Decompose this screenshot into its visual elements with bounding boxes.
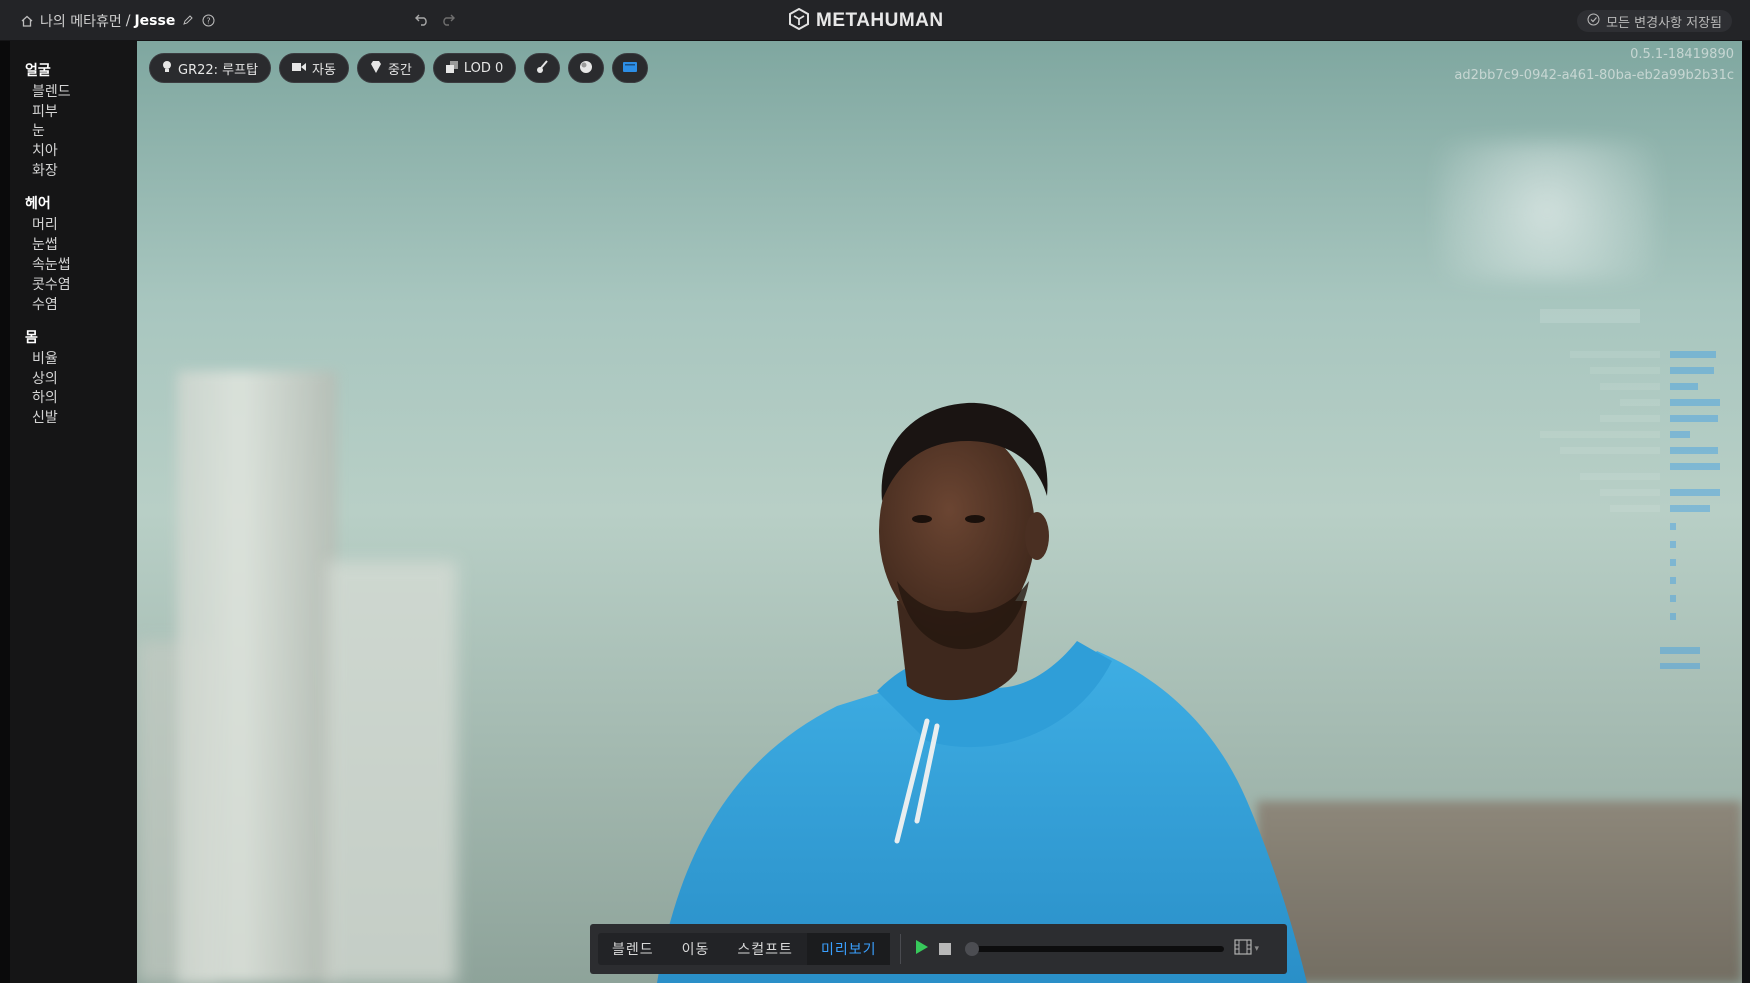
sidebar-category-face[interactable]: 얼굴 (25, 60, 51, 80)
help-icon[interactable]: ? (201, 14, 215, 28)
app-name: METAHUMAN (816, 10, 944, 31)
window-left-edge (0, 41, 10, 983)
sidebar: 얼굴 블렌드 피부 눈 치아 화장 헤어 머리 눈썹 속눈썹 콧수염 수염 몸 … (10, 41, 137, 983)
divider (900, 934, 902, 964)
breadcrumb-separator: / (125, 12, 131, 29)
tab-sculpt[interactable]: 스컬프트 (723, 933, 807, 965)
sidebar-item-eyelashes[interactable]: 속눈썹 (32, 254, 71, 274)
sidebar-category-hair[interactable]: 헤어 (25, 193, 51, 213)
render-quality-button[interactable]: 중간 (356, 53, 425, 83)
video-camera-icon (292, 61, 307, 75)
top-bar: 나의 메타휴먼 / Jesse ? METAHUMAN 모든 변경사항 저장됨 (0, 0, 1750, 41)
monitor-icon (623, 61, 638, 75)
debug-stats-graphic (1540, 309, 1720, 670)
film-strip-icon[interactable] (1234, 939, 1253, 959)
breadcrumb: 나의 메타휴먼 / Jesse ? (20, 0, 215, 41)
camera-mode-button[interactable]: 자동 (279, 53, 349, 83)
version-number: 0.5.1-18419890 (1630, 47, 1734, 62)
lod-icon (445, 60, 458, 76)
sidebar-item-top[interactable]: 상의 (32, 368, 58, 388)
lightbulb-icon (162, 60, 172, 76)
material-sphere-button[interactable] (568, 53, 605, 83)
check-circle-icon (1587, 13, 1600, 30)
svg-text:?: ? (206, 16, 210, 25)
edit-name-icon[interactable] (181, 14, 195, 28)
diamond-icon (370, 60, 382, 76)
save-status-badge: 모든 변경사항 저장됨 (1577, 10, 1732, 32)
camera-mode-label: 자동 (312, 62, 336, 78)
sidebar-item-skin[interactable]: 피부 (32, 101, 58, 121)
sidebar-item-beard[interactable]: 수염 (32, 294, 58, 314)
redo-icon[interactable] (440, 11, 456, 30)
viewport-toolbar: GR22: 루프탑 자동 중간 LOD 0 (149, 53, 649, 83)
sidebar-item-bottom[interactable]: 하의 (32, 387, 58, 407)
stop-icon[interactable] (939, 943, 952, 955)
sphere-icon (579, 60, 593, 77)
timeline-scrubber-handle[interactable] (965, 942, 980, 956)
sidebar-item-proportions[interactable]: 비율 (32, 348, 58, 368)
brush-button[interactable] (524, 53, 561, 83)
tab-preview[interactable]: 미리보기 (806, 933, 891, 965)
animation-timeline-slider[interactable] (965, 942, 1225, 956)
3d-viewport[interactable]: GR22: 루프탑 자동 중간 LOD 0 0.5.1-18419890 ad2… (137, 41, 1742, 983)
sidebar-item-head-hair[interactable]: 머리 (32, 214, 58, 234)
lod-label: LOD 0 (463, 60, 504, 76)
sidebar-item-eyebrows[interactable]: 눈썹 (32, 234, 58, 254)
session-id: ad2bb7c9-0942-a461-80ba-eb2a99b2b31c (1454, 68, 1734, 83)
save-status-text: 모든 변경사항 저장됨 (1606, 15, 1722, 31)
lighting-preset-button[interactable]: GR22: 루프탑 (149, 53, 272, 83)
render-quality-label: 중간 (387, 62, 412, 78)
playback-bar: 블렌드 이동 스컬프트 미리보기 ▾ (590, 924, 1287, 974)
tab-move[interactable]: 이동 (668, 933, 724, 965)
sidebar-item-makeup[interactable]: 화장 (32, 160, 58, 180)
play-icon[interactable] (911, 939, 933, 960)
brush-icon (536, 60, 549, 76)
sidebar-item-shoes[interactable]: 신발 (32, 407, 58, 427)
chevron-down-icon[interactable]: ▾ (1254, 944, 1259, 954)
metahuman-logo: METAHUMAN (788, 7, 944, 34)
home-icon[interactable] (20, 14, 34, 28)
sidebar-item-blend[interactable]: 블렌드 (32, 81, 71, 101)
display-mode-button[interactable] (612, 53, 649, 83)
lod-button[interactable]: LOD 0 (432, 53, 517, 83)
undo-redo-group (414, 0, 456, 41)
version-info: 0.5.1-18419890 ad2bb7c9-0942-a461-80ba-e… (1454, 44, 1734, 86)
sidebar-category-body[interactable]: 몸 (25, 327, 38, 347)
breadcrumb-root[interactable]: 나의 메타휴먼 (40, 11, 122, 31)
undo-icon[interactable] (414, 11, 430, 30)
tab-blend[interactable]: 블렌드 (598, 933, 668, 965)
window-right-edge (1742, 41, 1750, 983)
debug-stats-overlay (1500, 309, 1720, 672)
sidebar-item-teeth[interactable]: 치아 (32, 140, 58, 160)
breadcrumb-current: Jesse (134, 12, 176, 29)
sidebar-item-eyes[interactable]: 눈 (32, 120, 45, 140)
sidebar-item-mustache[interactable]: 콧수염 (32, 274, 71, 294)
metahuman-logo-icon (788, 7, 810, 34)
mode-tabs: 블렌드 이동 스컬프트 미리보기 (598, 933, 891, 965)
lighting-preset-label: GR22: 루프탑 (178, 62, 259, 78)
